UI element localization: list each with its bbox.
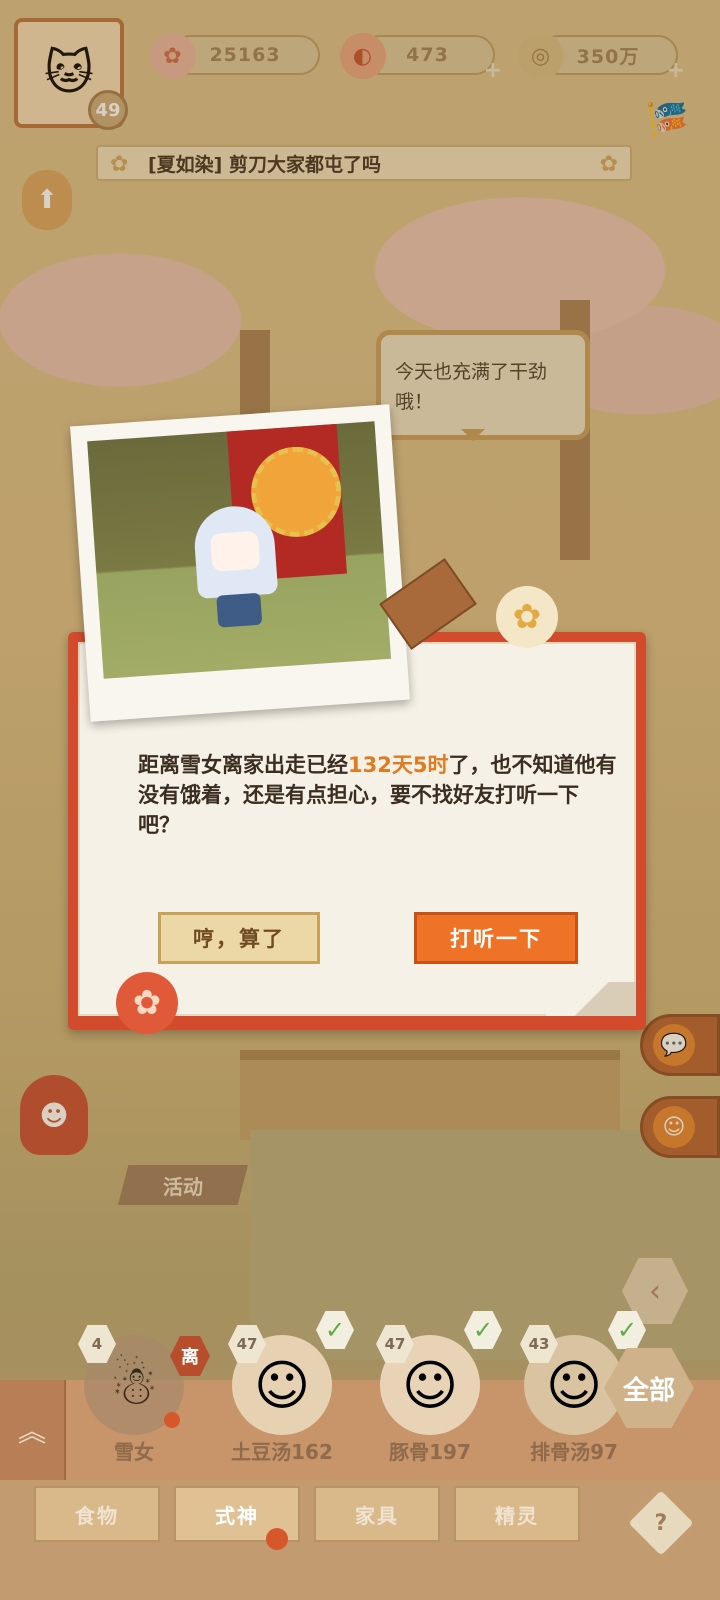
tab-label: 式神: [215, 1503, 259, 1528]
face: [209, 530, 261, 572]
cancel-label: 哼，算了: [193, 927, 285, 951]
tab-label: 家具: [355, 1503, 399, 1528]
character-name: 雪女: [114, 1440, 154, 1464]
notification-dot: [266, 1528, 288, 1550]
tab-furniture[interactable]: 家具: [314, 1486, 440, 1542]
elapsed-time: 132天5时: [348, 753, 449, 777]
body: [216, 592, 263, 628]
yuki-onna-figure: [192, 503, 280, 629]
plum-blossom-icon: ✿: [496, 586, 558, 648]
character-name: 排骨汤97: [530, 1440, 618, 1464]
chevron-up-icon: ︽: [17, 1415, 46, 1448]
character-card[interactable]: ☺ 47 ✓ 土豆汤162: [222, 1311, 354, 1465]
question-mark-icon: ?: [654, 1510, 668, 1536]
inquire-button[interactable]: 打听一下: [414, 912, 578, 964]
expand-button[interactable]: ︽: [0, 1380, 66, 1480]
character-card[interactable]: ☺ 47 ✓ 豚骨197: [370, 1311, 502, 1465]
yuki-onna-photo: [87, 421, 392, 679]
character-name: 豚骨197: [389, 1440, 471, 1464]
notification-dot: [164, 1412, 180, 1428]
character-name: 土豆汤162: [231, 1440, 333, 1464]
cancel-button[interactable]: 哼，算了: [158, 912, 320, 964]
show-all-label: 全部: [622, 1375, 675, 1406]
tab-food[interactable]: 食物: [34, 1486, 160, 1542]
dialog-message: 距离雪女离家出走已经132天5时了，也不知道他有没有饿着，还是有点担心，要不找好…: [138, 750, 618, 840]
inquire-label: 打听一下: [450, 927, 542, 951]
message-text: 距离雪女离家出走已经: [138, 753, 348, 777]
tab-spirit[interactable]: 精灵: [454, 1486, 580, 1542]
plum-blossom-icon: ✿: [116, 972, 178, 1034]
tab-label: 食物: [75, 1503, 119, 1528]
tab-label: 精灵: [495, 1503, 539, 1528]
photo-polaroid: [70, 404, 410, 722]
